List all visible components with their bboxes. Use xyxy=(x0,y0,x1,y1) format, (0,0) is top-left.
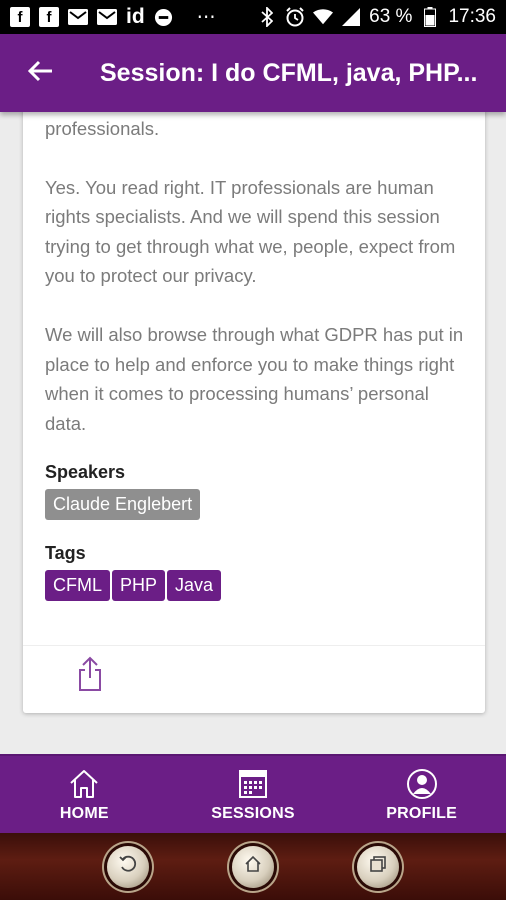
speakers-list: Claude Englebert xyxy=(45,489,201,520)
description-paragraph: managers are underestimated human rights… xyxy=(45,117,160,139)
hardware-keys-bar xyxy=(0,833,506,900)
alarm-icon xyxy=(285,7,305,27)
bottom-navigation: HOME SESSIONS PROFILE xyxy=(0,754,506,833)
battery-percent: 63 % xyxy=(369,6,413,27)
home-key[interactable] xyxy=(231,845,274,888)
share-button[interactable] xyxy=(75,656,105,692)
home-icon xyxy=(67,767,101,801)
wifi-icon xyxy=(313,7,334,27)
tags-list: CFML PHP Java xyxy=(45,570,222,601)
gmail-icon xyxy=(68,7,88,27)
back-button[interactable] xyxy=(10,34,70,112)
nav-sessions[interactable]: SESSIONS xyxy=(169,756,338,833)
system-icons: 63 % 17:36 xyxy=(257,6,496,28)
share-icon xyxy=(75,656,105,696)
nav-sessions-label: SESSIONS xyxy=(211,804,295,822)
app-bar: Session: I do CFML, java, PHP... xyxy=(0,34,506,112)
nav-profile[interactable]: PROFILE xyxy=(337,756,506,833)
calendar-icon xyxy=(236,767,270,801)
nav-home[interactable]: HOME xyxy=(0,756,169,833)
arrow-back-icon xyxy=(27,59,53,88)
tag-chip[interactable]: CFML xyxy=(45,570,110,601)
recents-key[interactable] xyxy=(356,845,399,888)
session-detail-scroll[interactable]: managers are underestimated human rights… xyxy=(0,112,506,754)
battery-icon xyxy=(420,7,440,27)
description-paragraph: Yes. You read right. IT professionals ar… xyxy=(45,176,456,287)
speaker-chip[interactable]: Claude Englebert xyxy=(45,489,201,520)
tag-chip[interactable]: Java xyxy=(167,570,222,601)
page-title: Session: I do CFML, java, PHP... xyxy=(100,58,478,87)
recent-apps-icon xyxy=(368,854,388,879)
status-bar: f f id ⋯ 63 % 17:36 xyxy=(0,0,506,34)
clock: 17:36 xyxy=(448,6,496,27)
session-card: managers are underestimated human rights… xyxy=(23,112,485,713)
signal-icon xyxy=(341,7,361,27)
back-key[interactable] xyxy=(107,845,150,888)
id-icon: id xyxy=(126,5,145,28)
facebook-icon: f xyxy=(39,7,59,27)
description-paragraph: We will also browse through what GDPR ha… xyxy=(45,324,464,434)
do-not-disturb-icon xyxy=(154,7,174,27)
nav-profile-label: PROFILE xyxy=(386,804,458,822)
more-icon: ⋯ xyxy=(196,6,216,28)
home-icon xyxy=(243,854,263,879)
profile-icon xyxy=(405,767,439,801)
divider xyxy=(23,645,485,646)
tag-chip[interactable]: PHP xyxy=(112,570,166,601)
facebook-icon: f xyxy=(10,7,30,27)
bluetooth-icon xyxy=(257,7,277,27)
session-description: managers are underestimated human rights… xyxy=(45,112,465,468)
gmail-icon xyxy=(97,7,117,27)
nav-home-label: HOME xyxy=(59,804,109,822)
tags-heading: Tags xyxy=(45,543,86,563)
undo-icon xyxy=(118,854,138,879)
notification-icons: f f id ⋯ xyxy=(10,5,216,29)
speakers-heading: Speakers xyxy=(45,462,126,482)
